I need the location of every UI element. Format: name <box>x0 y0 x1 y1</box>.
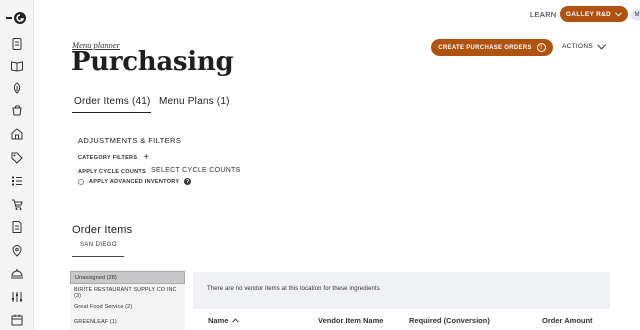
sort-ascending-icon <box>232 318 240 323</box>
advanced-inventory-label: APPLY ADVANCED INVENTORY <box>89 178 180 185</box>
order-items-heading: Order Items <box>72 224 133 236</box>
column-header-vendor-item-name[interactable]: Vendor Item Name <box>318 316 383 325</box>
list-icon[interactable] <box>10 174 24 188</box>
book-icon[interactable] <box>10 59 24 73</box>
actions-menu-button[interactable]: ACTIONS <box>562 43 606 50</box>
active-location-indicator <box>72 256 124 257</box>
tag-icon[interactable] <box>10 151 24 165</box>
add-filter-icon[interactable]: + <box>143 153 149 163</box>
help-icon[interactable]: ? <box>184 178 192 185</box>
vendor-list-item[interactable]: Unassigned (28) <box>70 271 185 284</box>
active-tab-indicator <box>72 112 151 113</box>
vendor-list: Unassigned (28) BIRITE RESTAURANT SUPPLY… <box>70 270 185 330</box>
vendor-list-item[interactable]: Great Food Service (2) <box>70 300 185 313</box>
order-icon[interactable] <box>10 197 24 211</box>
chevron-down-icon <box>597 43 606 50</box>
cart-icon[interactable] <box>10 104 24 118</box>
column-header-required[interactable]: Required (Conversion) <box>409 316 490 325</box>
info-icon: ! <box>536 43 546 52</box>
empty-state-message: There are no vendor items at this locati… <box>207 286 380 292</box>
vendor-list-item[interactable]: GREENLEAF (1) <box>70 315 185 328</box>
location-icon[interactable] <box>10 244 24 258</box>
galley-logo-icon[interactable] <box>6 11 28 25</box>
tab-menu-plans[interactable]: Menu Plans (1) <box>159 96 230 107</box>
column-header-order-amount[interactable]: Order Amount <box>542 316 593 325</box>
category-filters-label: CATEGORY FILTERS <box>78 155 138 161</box>
column-header-name[interactable]: Name <box>208 316 240 325</box>
page-title: Purchasing <box>71 47 234 77</box>
settings-sliders-icon[interactable] <box>10 290 24 304</box>
empty-state-panel: There are no vendor items at this locati… <box>193 272 610 309</box>
calendar-icon[interactable] <box>10 313 24 327</box>
store-icon[interactable] <box>10 127 24 141</box>
recipes-icon[interactable] <box>10 37 24 51</box>
advanced-inventory-checkbox[interactable] <box>78 178 84 185</box>
account-switcher-button[interactable]: GALLEY R&D <box>560 6 628 22</box>
cycle-counts-select[interactable]: SELECT CYCLE COUNTS <box>151 167 241 174</box>
document-icon[interactable] <box>10 220 24 234</box>
adjustments-heading: ADJUSTMENTS & FILTERS <box>78 136 182 145</box>
ingredient-icon[interactable] <box>10 81 24 95</box>
account-label: GALLEY R&D <box>565 10 612 18</box>
create-purchase-orders-button[interactable]: CREATE PURCHASE ORDERS ! <box>431 39 553 56</box>
tab-order-items[interactable]: Order Items (41) <box>74 96 151 107</box>
left-nav-rail <box>0 0 34 330</box>
chevron-down-icon <box>615 11 622 17</box>
dining-icon[interactable] <box>10 267 24 281</box>
tab-location-san-diego[interactable]: SAN DIEGO <box>80 242 117 248</box>
advanced-inventory-row: APPLY ADVANCED INVENTORY ? <box>78 178 192 185</box>
create-purchase-orders-label: CREATE PURCHASE ORDERS <box>438 44 532 51</box>
cycle-counts-label: APPLY CYCLE COUNTS <box>78 169 147 175</box>
category-filters-row: CATEGORY FILTERS + <box>78 153 149 163</box>
actions-label: ACTIONS <box>562 43 593 50</box>
avatar[interactable]: M <box>631 9 640 21</box>
learn-link[interactable]: LEARN <box>530 10 557 19</box>
vendor-list-item[interactable]: BIRITE RESTAURANT SUPPLY CO INC (3) <box>70 286 185 299</box>
